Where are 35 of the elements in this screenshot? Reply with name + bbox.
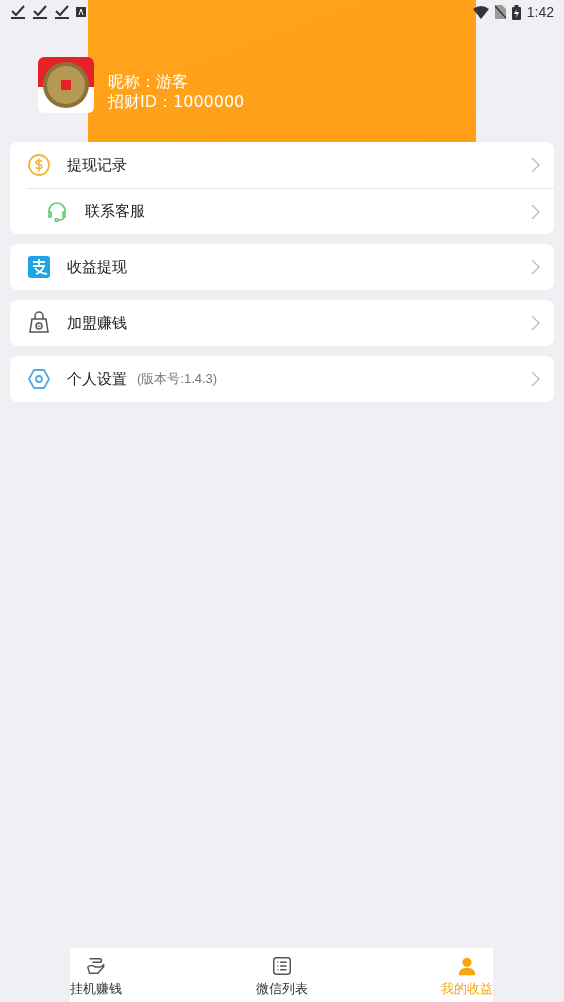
hexagon-settings-icon — [27, 367, 51, 391]
menu-item[interactable]: 加盟赚钱 — [10, 300, 554, 346]
dollar-icon — [27, 153, 51, 177]
menu-item[interactable]: 联系客服 — [28, 188, 554, 234]
chevron-right-icon — [531, 315, 540, 331]
menu-item[interactable]: 个人设置 (版本号:1.4.3) — [10, 356, 554, 402]
check-notification-icon — [54, 5, 70, 19]
menu-label: 提现记录 — [67, 154, 127, 176]
square-notification-icon — [76, 7, 86, 17]
chevron-right-icon — [531, 203, 540, 220]
menu-label: 加盟赚钱 — [67, 312, 127, 334]
nickname-text: 昵称：游客 — [108, 72, 189, 92]
version-text: (版本号:1.4.3) — [137, 370, 218, 389]
chevron-right-icon — [531, 371, 540, 387]
menu-label: 个人设置 — [67, 368, 127, 390]
headset-icon — [45, 199, 69, 224]
app-logo-icon — [38, 57, 94, 113]
chevron-right-icon — [531, 259, 540, 275]
check-notification-icon — [10, 5, 26, 19]
list-icon — [270, 954, 293, 977]
status-time: 1:42 — [526, 2, 554, 22]
no-sim-icon — [494, 5, 506, 19]
check-notification-icon — [32, 5, 48, 19]
menu-item[interactable]: 收益提现 — [10, 244, 554, 290]
wifi-icon — [472, 5, 489, 19]
user-id-text: 招财ID：1000000 — [108, 92, 245, 112]
menu-label: 收益提现 — [67, 256, 127, 278]
nav-tab[interactable]: 微信列表 — [255, 954, 308, 1002]
nav-tab[interactable]: 挂机赚钱 — [70, 954, 122, 1002]
menu-item[interactable]: 提现记录 — [10, 142, 554, 188]
battery-icon — [511, 4, 521, 20]
chevron-right-icon — [531, 157, 540, 173]
payment-app-icon — [27, 255, 51, 279]
menu-label: 联系客服 — [85, 201, 145, 223]
shopping-bag-icon — [27, 311, 51, 335]
